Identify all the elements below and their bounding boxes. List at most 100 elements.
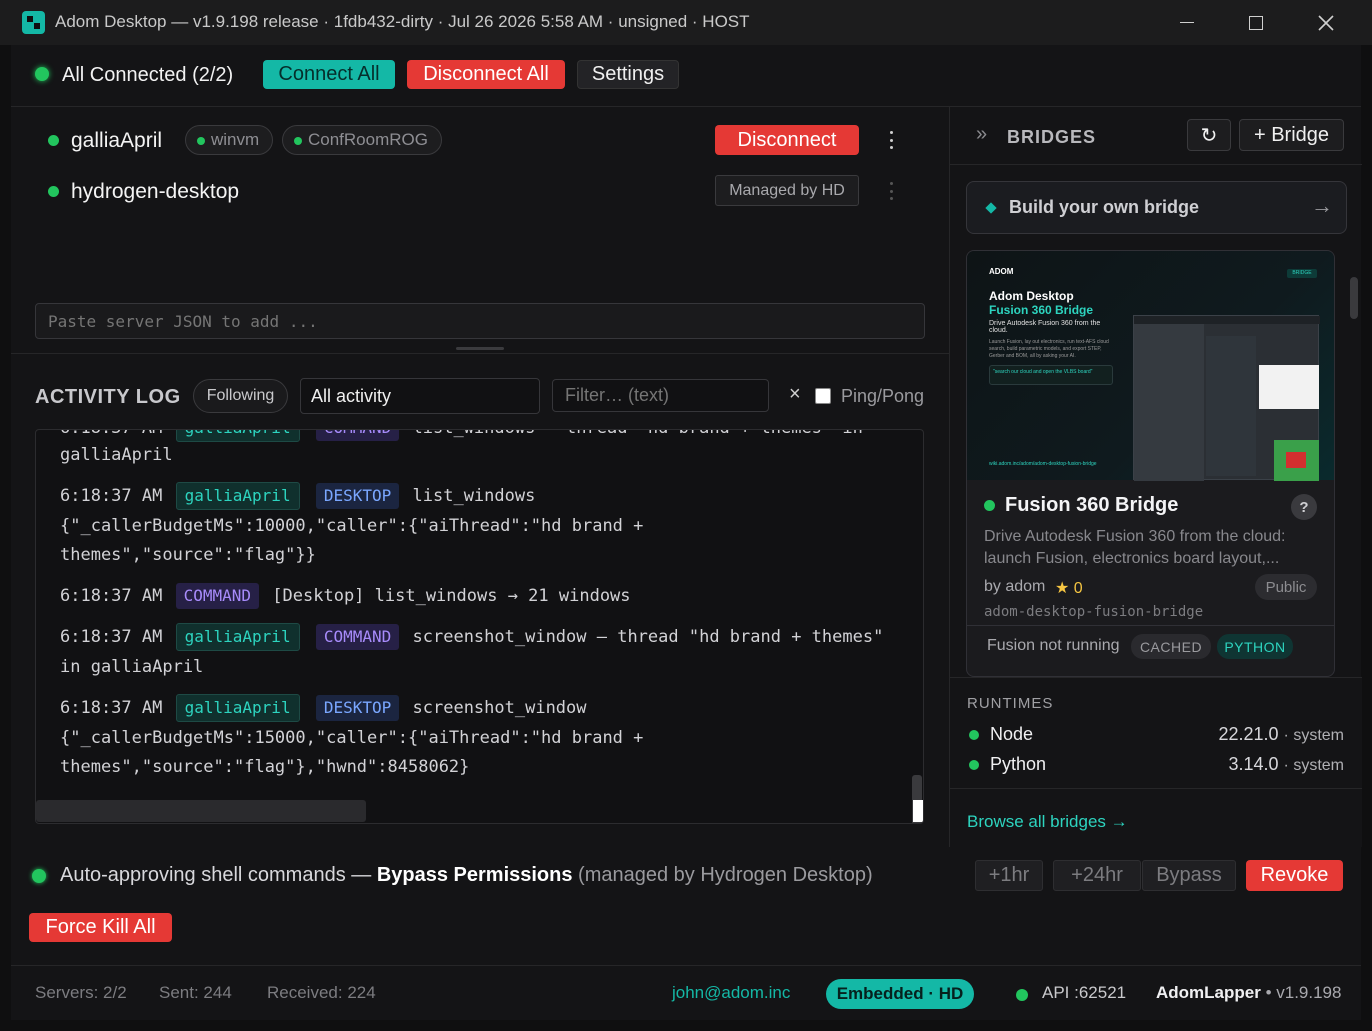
- bridge-status-dot: [984, 500, 995, 511]
- client-chip-confroomrog[interactable]: ConfRoomROG: [282, 125, 442, 155]
- mode-badge: Embedded · HD: [826, 979, 974, 1009]
- log-kind-tag: COMMAND: [315, 624, 400, 650]
- server-name: galliaApril: [71, 129, 163, 152]
- log-kind-tag: DESKTOP: [315, 695, 400, 721]
- divider: [967, 625, 1334, 626]
- runtimes-title: RUNTIMES: [967, 695, 1054, 712]
- help-icon[interactable]: ?: [1291, 494, 1317, 520]
- client-chip-winvm[interactable]: winvm: [185, 125, 274, 155]
- client-status-dot: [197, 137, 205, 145]
- log-text: list_windows: [412, 486, 536, 506]
- bypass-mode: Bypass Permissions: [376, 864, 573, 886]
- bridge-image-badge: BRIDGE: [1287, 269, 1317, 278]
- activity-scope-select[interactable]: All activity: [300, 378, 540, 414]
- ping-pong-checkbox[interactable]: [815, 388, 831, 404]
- log-continuation: {"_callerBudgetMs":15000,"caller":{"aiTh…: [60, 728, 644, 748]
- disconnect-button[interactable]: Disconnect: [715, 125, 859, 155]
- log-user-tag: galliaApril: [175, 482, 300, 510]
- clear-filter-icon[interactable]: ×: [789, 383, 801, 406]
- log-entry: 6:18:37 AM COMMAND [Desktop] list_window…: [60, 582, 631, 611]
- more-menu-icon: [881, 179, 901, 203]
- log-continuation: {"_callerBudgetMs":10000,"caller":{"aiTh…: [60, 516, 644, 536]
- more-menu-icon[interactable]: [881, 128, 901, 152]
- log-horizontal-scrollbar[interactable]: [36, 800, 366, 822]
- log-kind-tag: DESKTOP: [315, 483, 400, 509]
- activity-log-title: ACTIVITY LOG: [35, 386, 181, 408]
- runtime-version: 3.14.0 · system: [1228, 754, 1344, 774]
- client-chip-label: winvm: [211, 130, 260, 149]
- server-row[interactable]: hydrogen-desktop Managed by HD: [11, 171, 949, 211]
- add-bridge-button[interactable]: + Bridge: [1239, 119, 1344, 151]
- resize-handle[interactable]: [456, 347, 504, 350]
- connect-all-button[interactable]: Connect All: [263, 60, 395, 89]
- bridge-image-prompt: "search our cloud and open the VLBS boar…: [989, 365, 1113, 385]
- log-time: 6:18:37 AM: [60, 627, 163, 647]
- host-info: AdomLapper • v1.9.198: [1156, 983, 1341, 1003]
- activity-filter-input[interactable]: [552, 379, 769, 412]
- sent-count: Sent: 244: [159, 983, 232, 1002]
- paste-server-json-input[interactable]: [35, 303, 925, 339]
- close-button[interactable]: [1291, 0, 1361, 45]
- bridges-panel: » BRIDGES ↻ + Bridge Build your own brid…: [949, 107, 1362, 847]
- settings-button[interactable]: Settings: [577, 60, 679, 89]
- log-text: screenshot_window: [412, 698, 587, 718]
- bridges-header: » BRIDGES ↻ + Bridge: [950, 107, 1362, 165]
- minimize-icon: [1180, 22, 1194, 23]
- bypass-status-text: Auto-approving shell commands — Bypass P…: [60, 864, 873, 887]
- server-row[interactable]: galliaApril winvm ConfRoomROG Disconnect: [11, 120, 949, 160]
- runtime-version: 22.21.0 · system: [1218, 724, 1344, 744]
- bypass-lead: Auto-approving shell commands —: [60, 864, 377, 886]
- bridges-scrollbar[interactable]: [1350, 277, 1358, 319]
- log-continuation: in galliaApril: [60, 657, 204, 677]
- bridge-description: Drive Autodesk Fusion 360 from the cloud…: [984, 528, 1286, 567]
- bridge-card[interactable]: ADOM BRIDGE Adom Desktop Fusion 360 Brid…: [966, 250, 1335, 677]
- client-chip-label: ConfRoomROG: [308, 130, 428, 149]
- bridge-image-url: wiki.adom.inc/adom/adom-desktop-fusion-b…: [989, 461, 1097, 467]
- client-status-dot: [294, 137, 302, 145]
- build-own-bridge-button[interactable]: Build your own bridge →: [966, 181, 1347, 234]
- api-status-dot: [1016, 989, 1028, 1001]
- bypass-button[interactable]: Bypass: [1142, 860, 1236, 891]
- close-icon: [1318, 14, 1334, 31]
- log-kind-tag: COMMAND: [175, 583, 260, 609]
- extend-1hr-button[interactable]: +1hr: [975, 860, 1043, 891]
- connection-status-dot: [35, 67, 49, 81]
- log-entry: 6:18:37 AM galliaApril DESKTOP screensho…: [60, 694, 587, 723]
- log-time: 6:18:37 AM: [60, 586, 163, 606]
- fusion-screenshot-thumbnail: [1133, 315, 1320, 481]
- maximize-icon: [1249, 15, 1263, 30]
- following-toggle[interactable]: Following: [193, 379, 288, 413]
- diamond-icon: [985, 202, 997, 214]
- minimize-button[interactable]: [1152, 0, 1222, 45]
- servers-count: Servers: 2/2: [35, 983, 127, 1002]
- revoke-button[interactable]: Revoke: [1246, 860, 1343, 891]
- title-bar: Adom Desktop — v1.9.198 release · 1fdb43…: [0, 0, 1372, 45]
- bypass-status-dot: [32, 869, 46, 883]
- connection-status: All Connected (2/2): [62, 64, 234, 86]
- maximize-button[interactable]: [1221, 0, 1291, 45]
- bypass-managed: (managed by Hydrogen Desktop): [572, 864, 873, 886]
- log-user-tag: galliaApril: [175, 430, 300, 442]
- log-continuation: themes","source":"flag"},"hwnd":8458062}: [60, 757, 470, 777]
- extend-24hr-button[interactable]: +24hr: [1053, 860, 1141, 891]
- runtime-name: Node: [990, 724, 1034, 744]
- bridge-card-image: ADOM BRIDGE Adom Desktop Fusion 360 Brid…: [967, 251, 1334, 481]
- force-kill-all-button[interactable]: Force Kill All: [29, 913, 172, 942]
- bridge-image-subtitle: Fusion 360 Bridge: [989, 303, 1094, 317]
- disconnect-all-button[interactable]: Disconnect All: [407, 60, 565, 89]
- log-time: 6:18:37 AM: [60, 698, 163, 718]
- bridge-author: by adom: [984, 578, 1046, 595]
- bridge-image-tagline: Drive Autodesk Fusion 360 from the cloud…: [989, 320, 1101, 334]
- browse-all-bridges-link[interactable]: Browse all bridges →: [967, 812, 1128, 832]
- runtime-status-dot: [969, 730, 979, 740]
- user-email[interactable]: john@adom.inc: [672, 983, 790, 1003]
- activity-log[interactable]: 6:18:37 AM galliaApril COMMAND list_wind…: [35, 429, 924, 824]
- runtime-version-number: 3.14.0: [1228, 754, 1279, 774]
- bridge-stars[interactable]: ★ 0: [1055, 578, 1083, 598]
- log-text: [Desktop] list_windows → 21 windows: [272, 586, 631, 606]
- bypass-status-bar: Auto-approving shell commands — Bypass P…: [11, 847, 1361, 902]
- refresh-bridges-button[interactable]: ↻: [1187, 119, 1231, 151]
- collapse-panel-icon[interactable]: »: [976, 123, 987, 146]
- runtime-version-number: 22.21.0: [1218, 724, 1279, 744]
- log-continuation: themes","source":"flag"}}: [60, 545, 316, 565]
